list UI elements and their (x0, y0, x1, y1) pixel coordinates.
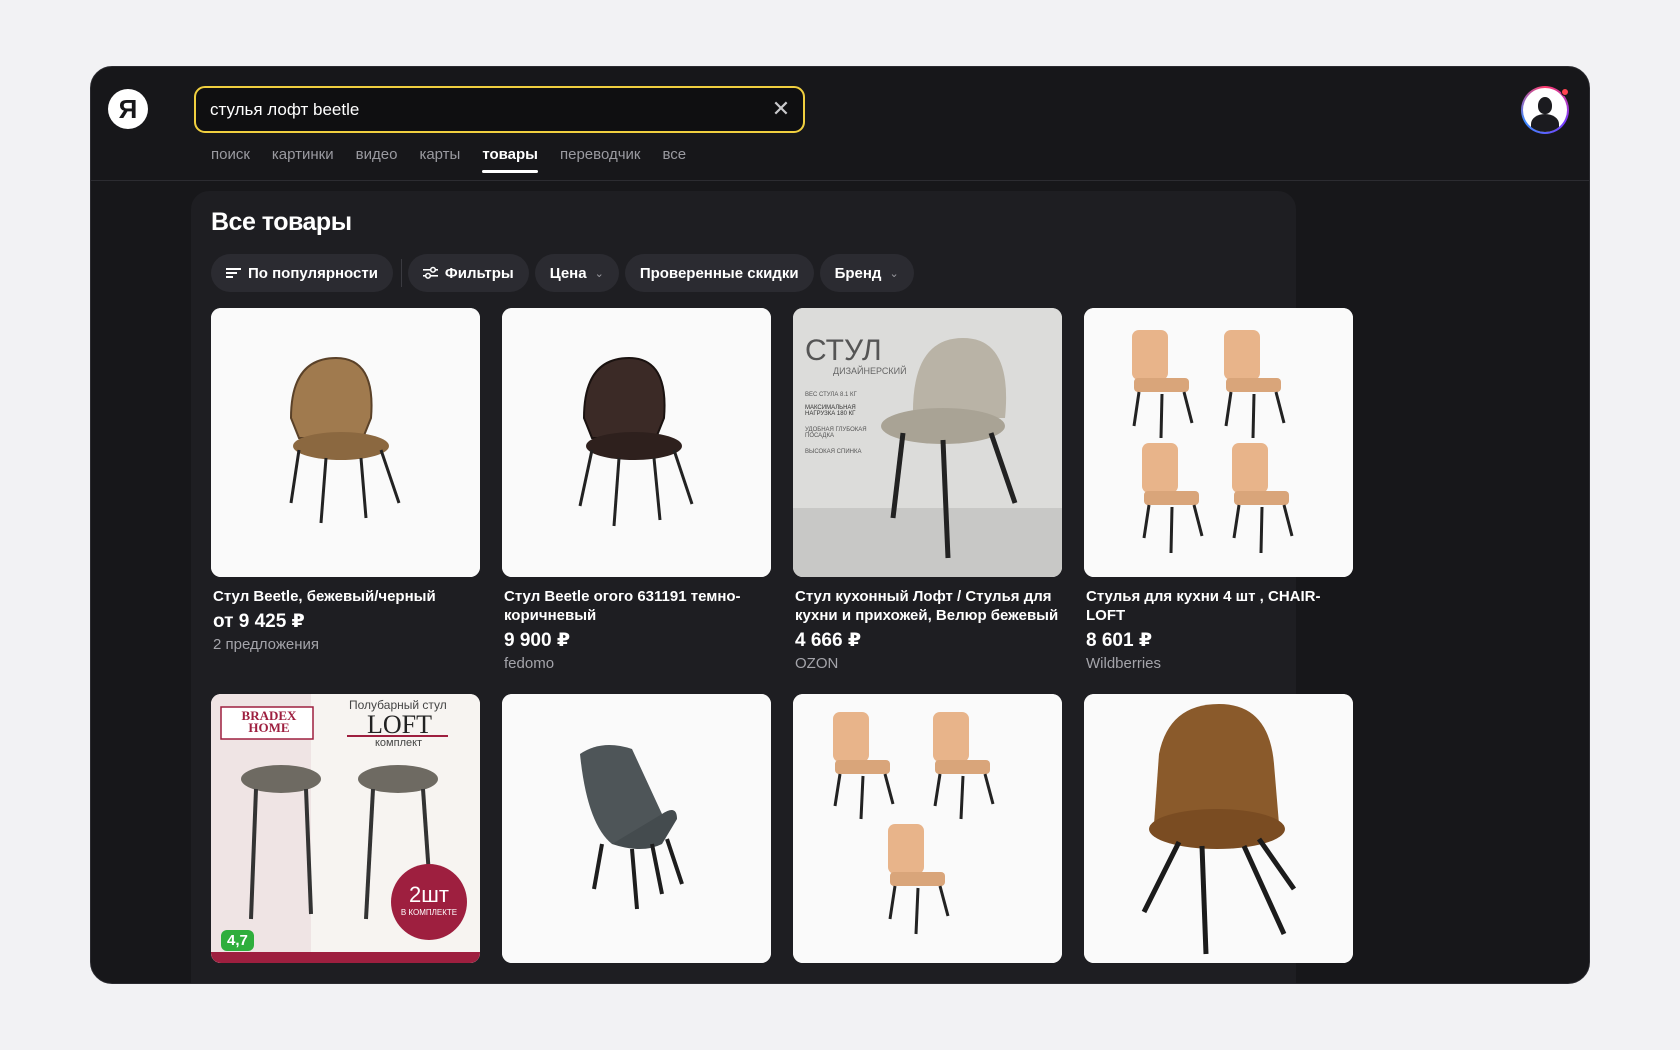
image-spec: МАКСИМАЛЬНАЯ НАГРУЗКА 180 КГ (805, 405, 856, 417)
chevron-down-icon: ⌄ (594, 267, 604, 280)
product-image[interactable] (1084, 308, 1353, 577)
sort-icon (226, 266, 242, 280)
product-image[interactable] (793, 694, 1062, 963)
products-panel: Все товары По популярности Фильтры Цена … (191, 191, 1353, 983)
product-price: от 9 425 ₽ (213, 611, 305, 632)
product-shop[interactable]: Wildberries (1084, 655, 1353, 672)
product-image[interactable]: СТУЛ ДИЗАЙНЕРСКИЙ ВЕС СТУЛА 8.1 КГ МАКСИ… (793, 308, 1062, 577)
tab-all[interactable]: все (662, 146, 686, 173)
discounts-button[interactable]: Проверенные скидки (624, 254, 814, 292)
product-title[interactable]: Стул Beetle, бежевый/черный (211, 587, 480, 606)
chairs-three-icon (793, 694, 1062, 963)
divider (400, 259, 402, 287)
product-card[interactable] (1084, 694, 1353, 963)
product-shop[interactable]: OZON (793, 655, 1062, 672)
product-price: 9 900 ₽ (504, 630, 571, 651)
price-dropdown[interactable]: Цена ⌄ (534, 254, 619, 292)
product-card[interactable]: СТУЛ ДИЗАЙНЕРСКИЙ ВЕС СТУЛА 8.1 КГ МАКСИ… (793, 308, 1062, 672)
product-card[interactable]: Стулья для кухни 4 шт , CHAIR-LOFT 8 601… (1084, 308, 1353, 672)
product-image[interactable] (1084, 694, 1353, 963)
product-card[interactable]: BRADEX HOME Полубарный стул LOFT комплек… (211, 694, 480, 963)
tab-maps[interactable]: карты (419, 146, 460, 173)
product-title[interactable]: Стулья для кухни 4 шт , CHAIR-LOFT (1084, 587, 1353, 625)
tab-products[interactable]: товары (482, 146, 538, 173)
chair-leather-icon (1084, 694, 1353, 963)
product-shop[interactable]: fedomo (502, 655, 771, 672)
image-name: LOFT (367, 710, 432, 739)
search-tabs: поиск картинки видео карты товары перево… (211, 146, 708, 173)
product-price: 4 666 ₽ (795, 630, 862, 651)
rating-badge: 4,7 (221, 930, 254, 951)
sort-button[interactable]: По популярности (211, 254, 393, 292)
product-shop[interactable]: 2 предложения (211, 636, 480, 653)
image-count-sub: В КОМПЛЕКТЕ (400, 908, 458, 917)
yandex-logo[interactable]: Я (108, 89, 148, 129)
chair-brown-icon (502, 308, 771, 577)
header: Я ✕ поиск картинки видео карты товары пе… (91, 67, 1589, 181)
brand-logo: BRADEX HOME (241, 708, 297, 735)
product-card[interactable] (793, 694, 1062, 963)
product-title[interactable]: Стул Beetle огого 631191 темно-коричневы… (502, 587, 771, 625)
clear-icon[interactable]: ✕ (771, 98, 791, 120)
product-image[interactable] (502, 694, 771, 963)
brand-dropdown[interactable]: Бренд ⌄ (819, 254, 914, 292)
search-box[interactable]: ✕ (194, 86, 805, 133)
product-title[interactable]: Стул кухонный Лофт / Стулья для кухни и … (793, 587, 1062, 625)
chairs-set-icon (1084, 308, 1353, 577)
page-title: Все товары (211, 208, 352, 236)
image-subheading: ДИЗАЙНЕРСКИЙ (833, 366, 907, 376)
price-label: Цена (549, 264, 587, 282)
discounts-label: Проверенные скидки (639, 264, 799, 282)
sliders-icon (422, 266, 439, 280)
image-heading: СТУЛ (805, 334, 882, 367)
chair-grey-icon (502, 694, 771, 963)
product-image[interactable]: BRADEX HOME Полубарный стул LOFT комплек… (211, 694, 480, 963)
image-spec: ВЫСОКАЯ СПИНКА (805, 449, 862, 455)
image-spec: ВЕС СТУЛА 8.1 КГ (805, 392, 857, 398)
tab-search[interactable]: поиск (211, 146, 250, 173)
user-icon (1523, 88, 1567, 132)
product-image[interactable] (211, 308, 480, 577)
product-card[interactable]: Стул Beetle огого 631191 темно-коричневы… (502, 308, 771, 672)
tab-translator[interactable]: переводчик (560, 146, 640, 173)
product-image[interactable] (502, 308, 771, 577)
filter-bar: По популярности Фильтры Цена ⌄ Проверенн… (211, 254, 920, 292)
filters-label: Фильтры (444, 264, 514, 282)
browser-window: Я ✕ поиск картинки видео карты товары пе… (90, 66, 1590, 984)
image-spec: УДОБНАЯ ГЛУБОКАЯ ПОСАДКА (805, 427, 867, 439)
avatar[interactable] (1521, 86, 1569, 134)
chevron-down-icon: ⌄ (889, 267, 899, 280)
sort-label: По популярности (248, 264, 378, 282)
search-input[interactable] (210, 88, 740, 131)
notification-dot (1561, 88, 1569, 96)
product-price: 8 601 ₽ (1086, 630, 1153, 651)
product-card[interactable]: Стул Beetle, бежевый/черный от 9 425 ₽ 2… (211, 308, 480, 653)
filters-button[interactable]: Фильтры (407, 254, 529, 292)
tab-video[interactable]: видео (356, 146, 398, 173)
tab-images[interactable]: картинки (272, 146, 334, 173)
product-card[interactable] (502, 694, 771, 963)
image-set: комплект (375, 737, 423, 749)
chair-beige-icon (211, 308, 480, 577)
image-count: 2шт (409, 882, 449, 907)
brand-label: Бренд (834, 264, 882, 282)
